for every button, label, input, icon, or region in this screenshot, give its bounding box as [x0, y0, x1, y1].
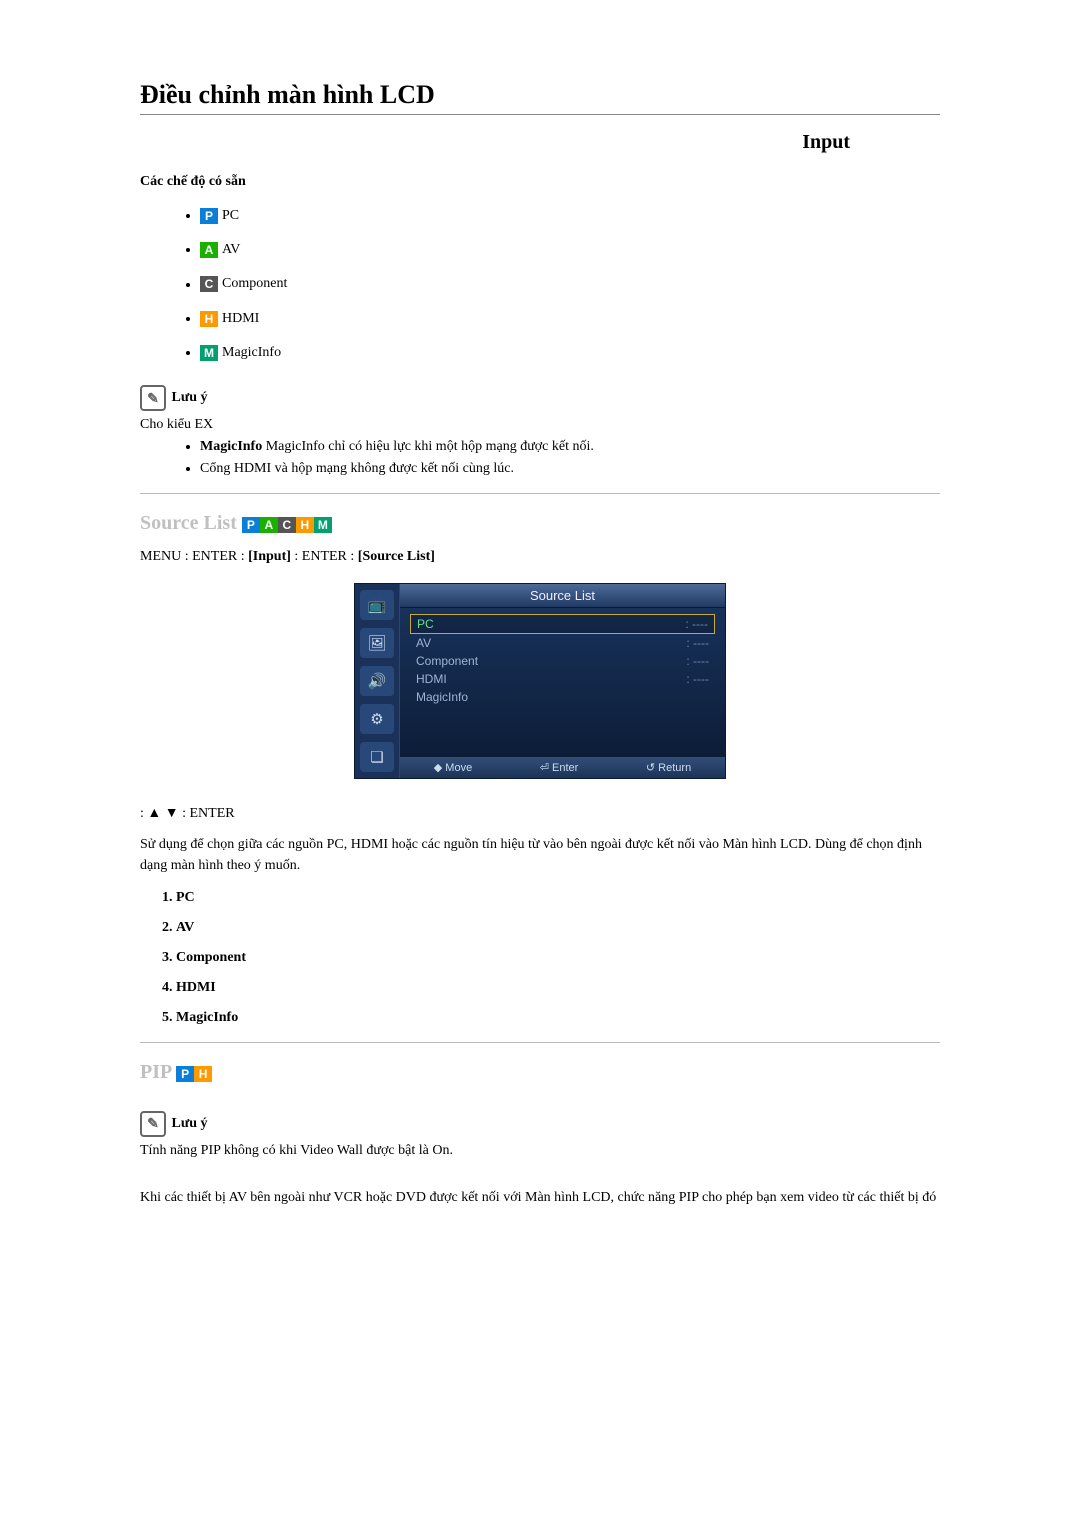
note-block: ✎ Lưu ý — [140, 385, 850, 411]
divider — [140, 493, 940, 494]
a-icon: A — [260, 517, 278, 533]
note-bullets: MagicInfo MagicInfo chỉ có hiệu lực khi … — [140, 439, 850, 477]
section-heading-source-list: Source List PACHM — [140, 512, 1020, 536]
osd-row[interactable]: AV: ---- — [410, 634, 715, 652]
c-icon: C — [200, 276, 218, 292]
note-block: ✎ Lưu ý — [140, 1111, 850, 1137]
osd-sidebar: 📺 🖼 🔊 ⚙ ❏ — [355, 584, 400, 778]
osd-icon-setup: ⚙ — [360, 704, 394, 734]
osd-footer: ◆ Move ⏎ Enter ↺ Return — [400, 757, 725, 778]
a-icon: A — [200, 242, 218, 258]
mode-label: Component — [222, 277, 287, 292]
p-icon: P — [176, 1066, 194, 1082]
m-icon: M — [314, 517, 332, 533]
source-list-desc: Sử dụng để chọn giữa các nguồn PC, HDMI … — [140, 834, 940, 876]
p-icon: P — [200, 208, 218, 224]
list-item: Component — [176, 950, 1020, 966]
osd-body: PC: ---- AV: ---- Component: ---- HDMI: … — [400, 608, 725, 757]
osd-icon-picture: 🖼 — [360, 628, 394, 658]
note-title: Lưu ý — [172, 1116, 208, 1131]
m-icon: M — [200, 345, 218, 361]
note-line: Cho kiểu EX — [140, 417, 850, 433]
nav-line: : ▲ ▼ : ENTER — [140, 803, 940, 824]
mode-label: AV — [222, 242, 240, 257]
osd-return: ↺ Return — [646, 761, 691, 774]
c-icon: C — [278, 517, 296, 533]
menu-path: MENU : ENTER : [Input] : ENTER : [Source… — [140, 546, 940, 567]
mode-item-av: A AV — [200, 242, 850, 258]
divider — [140, 1042, 940, 1043]
mode-label: MagicInfo — [222, 345, 281, 360]
osd-enter: ⏎ Enter — [540, 761, 579, 774]
title-divider — [140, 114, 940, 115]
page-title: Điều chỉnh màn hình LCD — [140, 80, 1020, 110]
h-icon: H — [296, 517, 314, 533]
osd-title: Source List — [400, 584, 725, 608]
osd-screenshot: 📺 🖼 🔊 ⚙ ❏ Source List PC: ---- AV: ---- … — [60, 583, 1020, 779]
osd-row[interactable]: Component: ---- — [410, 652, 715, 670]
mode-item-pc: P PC — [200, 208, 850, 224]
pip-body: Khi các thiết bị AV bên ngoài như VCR ho… — [140, 1187, 940, 1208]
mode-item-component: C Component — [200, 276, 850, 292]
osd-icon-multi: ❏ — [360, 742, 394, 772]
section-heading-pip: PIP PH — [140, 1061, 1020, 1085]
note-icon: ✎ — [140, 385, 166, 411]
osd-row[interactable]: MagicInfo — [410, 688, 715, 706]
osd-icon-sound: 🔊 — [360, 666, 394, 696]
available-modes-list: P PC A AV C Component H HDMI M MagicInfo — [140, 208, 850, 361]
note-icon: ✎ — [140, 1111, 166, 1137]
section-label-input: Input — [60, 131, 850, 154]
p-icon: P — [242, 517, 260, 533]
note-title: Lưu ý — [172, 390, 208, 405]
list-item: MagicInfo — [176, 1010, 1020, 1026]
list-item: AV — [176, 920, 1020, 936]
available-modes-heading: Các chế độ có sẵn — [140, 174, 850, 190]
osd-icon-input: 📺 — [360, 590, 394, 620]
source-numbered-list: PC AV Component HDMI MagicInfo — [140, 890, 1020, 1026]
list-item: HDMI — [176, 980, 1020, 996]
osd-move: ◆ Move — [434, 761, 472, 774]
mode-label: PC — [222, 208, 239, 223]
badge-row: PACHM — [242, 513, 332, 536]
h-icon: H — [194, 1066, 212, 1082]
h-icon: H — [200, 311, 218, 327]
osd-row[interactable]: HDMI: ---- — [410, 670, 715, 688]
list-item: PC — [176, 890, 1020, 906]
osd-row[interactable]: PC: ---- — [410, 614, 715, 634]
note-bullet: Cổng HDMI và hộp mạng không được kết nối… — [200, 461, 850, 477]
mode-item-magicinfo: M MagicInfo — [200, 345, 850, 361]
mode-label: HDMI — [222, 311, 259, 326]
pip-note-text: Tính năng PIP không có khi Video Wall đư… — [140, 1143, 850, 1159]
badge-row: PH — [176, 1062, 212, 1085]
note-bullet: MagicInfo MagicInfo chỉ có hiệu lực khi … — [200, 439, 850, 455]
mode-item-hdmi: H HDMI — [200, 311, 850, 327]
